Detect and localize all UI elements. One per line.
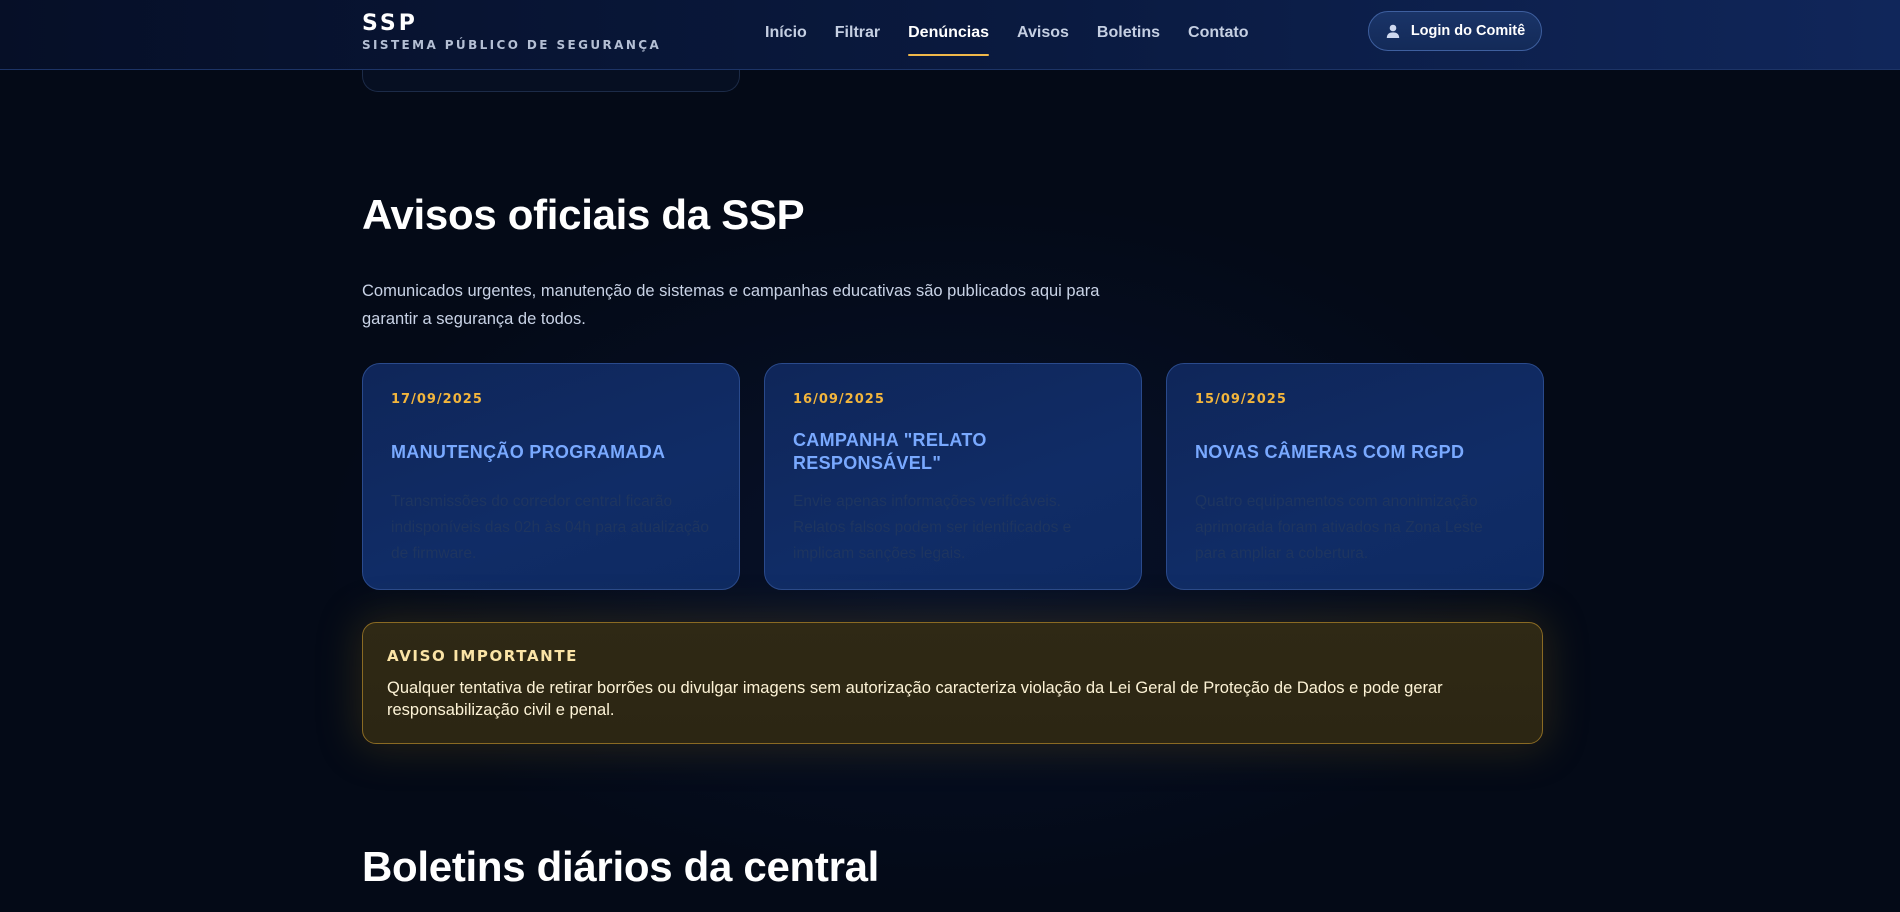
aviso-title: CAMPANHA "RELATO RESPONSÁVEL" xyxy=(793,430,987,473)
warning-title: AVISO IMPORTANTE xyxy=(387,647,578,665)
nav-item-denuncias[interactable]: Denúncias xyxy=(908,0,989,66)
brand-logo[interactable]: SSP SISTEMA PÚBLICO DE SEGURANÇA xyxy=(362,11,662,53)
aviso-text: Envie apenas informações verificáveis. R… xyxy=(793,493,1072,562)
warning-text: Qualquer tentativa de retirar borrões ou… xyxy=(387,679,1443,719)
nav-item-filtrar[interactable]: Filtrar xyxy=(835,0,880,66)
aviso-card[interactable]: 15/09/2025 NOVAS CÂMERAS COM RGPD Quatro… xyxy=(1166,363,1544,590)
boletins-title: Boletins diários da central xyxy=(362,843,880,890)
avisos-title: Avisos oficiais da SSP xyxy=(362,191,805,238)
main-nav: Início Filtrar Denúncias Avisos Boletins… xyxy=(765,0,1248,70)
aviso-card[interactable]: 16/09/2025 CAMPANHA "RELATO RESPONSÁVEL"… xyxy=(764,363,1142,590)
aviso-text: Quatro equipamentos com anonimização apr… xyxy=(1195,493,1483,562)
aviso-card[interactable]: 17/09/2025 MANUTENÇÃO PROGRAMADA Transmi… xyxy=(362,363,740,590)
brand-name: SSP xyxy=(362,11,418,36)
aviso-date: 16/09/2025 xyxy=(793,392,885,407)
top-navbar: SSP SISTEMA PÚBLICO DE SEGURANÇA Início … xyxy=(0,0,1900,70)
avisos-description: Comunicados urgentes, manutenção de sist… xyxy=(362,282,1100,328)
aviso-text: Transmissões do corredor central ficarão… xyxy=(391,493,709,562)
brand-subtitle: SISTEMA PÚBLICO DE SEGURANÇA xyxy=(362,38,662,52)
nav-item-inicio[interactable]: Início xyxy=(765,0,807,66)
aviso-title: NOVAS CÂMERAS COM RGPD xyxy=(1195,441,1465,462)
user-icon xyxy=(1385,23,1401,39)
nav-item-boletins[interactable]: Boletins xyxy=(1097,0,1160,66)
nav-item-avisos[interactable]: Avisos xyxy=(1017,0,1069,66)
avisos-cards: 17/09/2025 MANUTENÇÃO PROGRAMADA Transmi… xyxy=(362,363,1544,590)
important-warning: AVISO IMPORTANTE Qualquer tentativa de r… xyxy=(362,622,1543,744)
aviso-date: 17/09/2025 xyxy=(391,392,483,407)
aviso-date: 15/09/2025 xyxy=(1195,392,1287,407)
login-label: Login do Comitê xyxy=(1410,23,1526,39)
aviso-title: MANUTENÇÃO PROGRAMADA xyxy=(391,441,666,462)
nav-item-contato[interactable]: Contato xyxy=(1188,0,1248,66)
login-button[interactable]: Login do Comitê xyxy=(1368,11,1542,51)
